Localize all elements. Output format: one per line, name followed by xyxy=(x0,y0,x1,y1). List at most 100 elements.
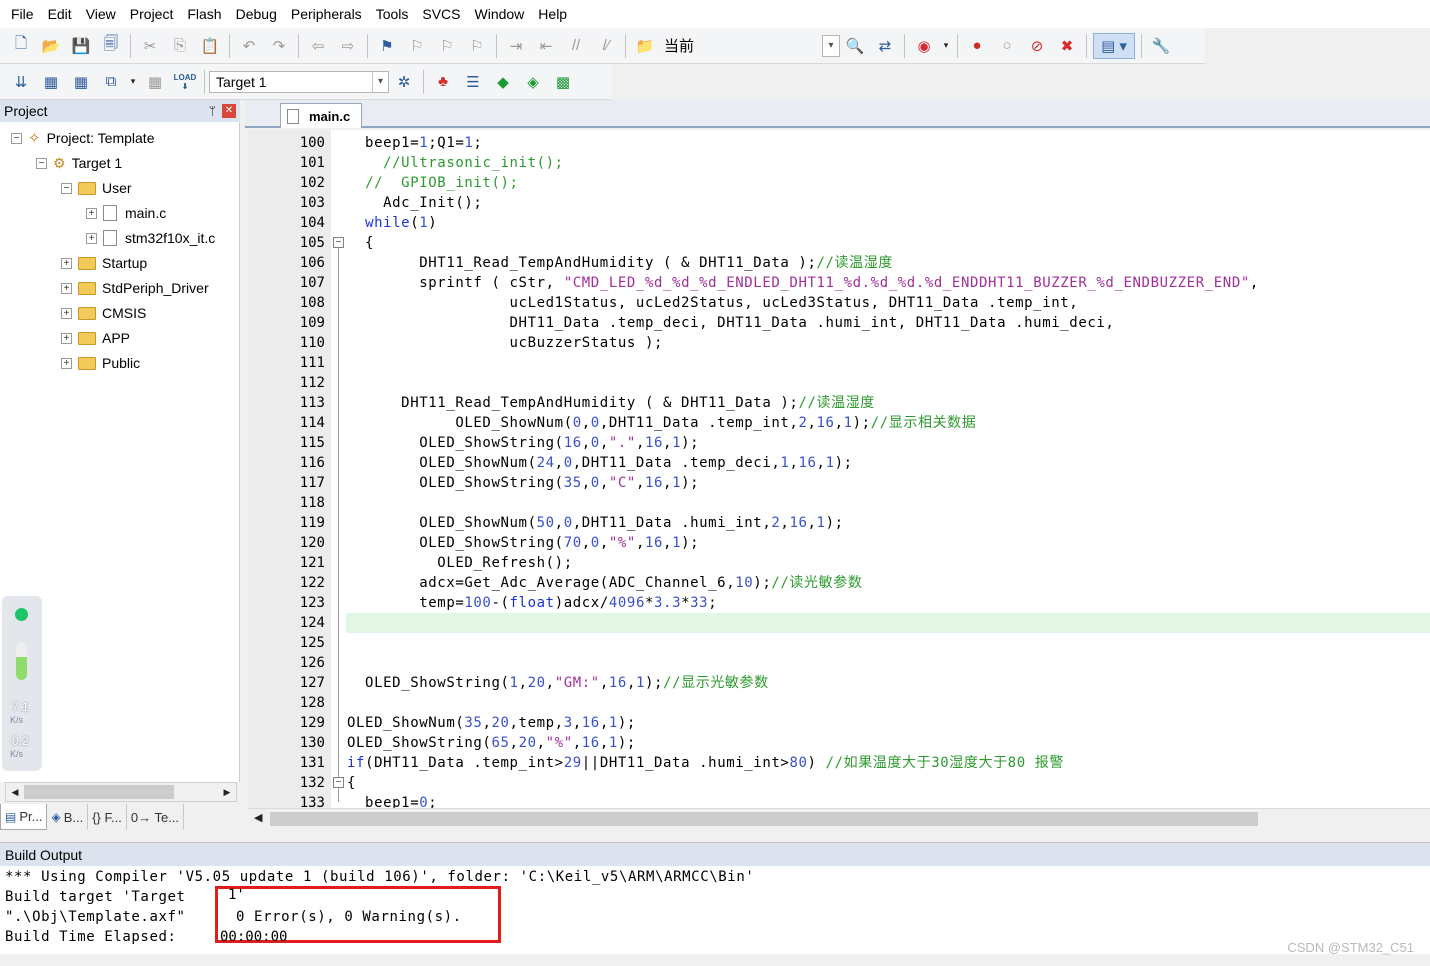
tree-group-startup[interactable]: + Startup xyxy=(61,252,147,274)
code-line[interactable]: 117 OLED_ShowString(35,0,"C",16,1); xyxy=(248,473,1430,493)
scroll-thumb[interactable] xyxy=(24,785,174,799)
configure-icon[interactable]: 🔧 xyxy=(1148,33,1174,59)
code-line[interactable]: 124 xyxy=(248,613,1430,633)
code-line[interactable]: 118 xyxy=(248,493,1430,513)
cut-icon[interactable]: ✂ xyxy=(137,33,163,59)
next-bookmark-icon[interactable]: ⚐ xyxy=(434,33,460,59)
rebuild-icon[interactable]: ▦ xyxy=(68,69,94,95)
batch-build-icon[interactable]: ⧉ xyxy=(98,69,124,95)
code-line[interactable]: 112 xyxy=(248,373,1430,393)
stop-build-icon[interactable]: ▦ xyxy=(142,69,168,95)
uncomment-icon[interactable]: /⁄ xyxy=(593,33,619,59)
tab-project[interactable]: ▤ Pr... xyxy=(0,804,48,830)
code-line[interactable]: 105− { xyxy=(248,233,1430,253)
code-line[interactable]: 113 DHT11_Read_TempAndHumidity ( & DHT11… xyxy=(248,393,1430,413)
undo-icon[interactable]: ↶ xyxy=(236,33,262,59)
tree-target[interactable]: − ⚙ Target 1 xyxy=(36,152,122,174)
tree-file-main[interactable]: + main.c xyxy=(86,202,166,224)
comment-icon[interactable]: // xyxy=(563,33,589,59)
bookmark-icon[interactable]: ⚑ xyxy=(374,33,400,59)
code-line[interactable]: 102 // GPIOB_init(); xyxy=(248,173,1430,193)
file-extensions-icon[interactable]: ☰ xyxy=(460,69,486,95)
paste-icon[interactable]: 📋 xyxy=(197,33,223,59)
debug-session-icon[interactable]: ◉ xyxy=(911,33,937,59)
code-line[interactable]: 104 while(1) xyxy=(248,213,1430,233)
expand-icon[interactable]: + xyxy=(61,332,72,344)
copy-icon[interactable]: ⎘ xyxy=(167,33,193,59)
scroll-right-icon[interactable]: ▶ xyxy=(219,784,235,800)
tree-group-user[interactable]: − User xyxy=(61,177,132,199)
disable-all-breakpoints-icon[interactable]: ⊘ xyxy=(1024,33,1050,59)
editor-hscrollbar[interactable]: ◀ xyxy=(248,808,1430,828)
expand-icon[interactable]: + xyxy=(86,207,97,219)
fold-toggle-icon[interactable]: − xyxy=(333,777,344,788)
clear-bookmarks-icon[interactable]: ⚐ xyxy=(464,33,490,59)
open-file-icon[interactable]: 📂 xyxy=(38,33,64,59)
unindent-icon[interactable]: ⇤ xyxy=(533,33,559,59)
chevron-down-icon[interactable]: ▾ xyxy=(941,33,951,59)
target-select[interactable]: Target 1 ▾ xyxy=(209,70,389,93)
code-line[interactable]: 123 temp=100-(float)adcx/4096*3.3*33; xyxy=(248,593,1430,613)
scroll-left-icon[interactable]: ◀ xyxy=(7,784,23,800)
code-line[interactable]: 131 if(DHT11_Data .temp_int>29||DHT11_Dat… xyxy=(248,753,1430,773)
tree-group-cmsis[interactable]: + CMSIS xyxy=(61,302,146,324)
tree-group-app[interactable]: + APP xyxy=(61,327,130,349)
collapse-icon[interactable]: − xyxy=(36,157,47,169)
menu-svcs[interactable]: SVCS xyxy=(415,0,467,28)
code-line[interactable]: 132−{ xyxy=(248,773,1430,793)
expand-icon[interactable]: + xyxy=(61,357,72,369)
indent-icon[interactable]: ⇥ xyxy=(503,33,529,59)
incremental-find-icon[interactable]: ⇄ xyxy=(872,33,898,59)
code-line[interactable]: 116 OLED_ShowNum(24,0,DHT11_Data .temp_d… xyxy=(248,453,1430,473)
code-line[interactable]: 114 OLED_ShowNum(0,0,DHT11_Data .temp_in… xyxy=(248,413,1430,433)
code-line[interactable]: 126 xyxy=(248,653,1430,673)
expand-icon[interactable]: + xyxy=(61,282,72,294)
tree-file-it[interactable]: + stm32f10x_it.c xyxy=(86,227,215,249)
code-line[interactable]: 100 beep1=1;Q1=1; xyxy=(248,133,1430,153)
tab-functions[interactable]: {} F... xyxy=(88,804,127,830)
expand-icon[interactable]: + xyxy=(61,257,72,269)
code-line[interactable]: 101 //Ultrasonic_init(); xyxy=(248,153,1430,173)
code-line[interactable]: 111 xyxy=(248,353,1430,373)
menu-edit[interactable]: Edit xyxy=(41,0,79,28)
breakpoint-icon[interactable]: ● xyxy=(964,33,990,59)
translate-icon[interactable]: ⇊ xyxy=(8,69,34,95)
save-icon[interactable]: 💾 xyxy=(68,33,94,59)
pin-icon[interactable]: ᛘ xyxy=(209,104,216,118)
code-line[interactable]: 129 OLED_ShowNum(35,20,temp,3,16,1); xyxy=(248,713,1430,733)
menu-debug[interactable]: Debug xyxy=(229,0,284,28)
code-line[interactable]: 115 OLED_ShowString(16,0,".",16,1); xyxy=(248,433,1430,453)
menu-peripherals[interactable]: Peripherals xyxy=(284,0,369,28)
disable-breakpoint-icon[interactable]: ○ xyxy=(994,33,1020,59)
collapse-icon[interactable]: − xyxy=(61,182,72,194)
tree-group-public[interactable]: + Public xyxy=(61,352,140,374)
find-in-files-icon[interactable]: 📁 xyxy=(632,33,658,59)
menu-file[interactable]: File xyxy=(4,0,41,28)
menu-flash[interactable]: Flash xyxy=(180,0,228,28)
menu-view[interactable]: View xyxy=(79,0,123,28)
nav-back-icon[interactable]: ⇦ xyxy=(305,33,331,59)
close-icon[interactable]: ✕ xyxy=(222,104,236,118)
code-line[interactable]: 121 OLED_Refresh(); xyxy=(248,553,1430,573)
target-options-icon[interactable]: ✲ xyxy=(391,69,417,95)
code-line[interactable]: 120 OLED_ShowString(70,0,"%",16,1); xyxy=(248,533,1430,553)
tab-books[interactable]: ◈ B... xyxy=(47,804,89,830)
tree-group-stdperiph[interactable]: + StdPeriph_Driver xyxy=(61,277,209,299)
code-line[interactable]: 110 ucBuzzerStatus ); xyxy=(248,333,1430,353)
save-all-icon[interactable]: 🗐 xyxy=(98,33,124,59)
code-line[interactable]: 130 OLED_ShowString(65,20,"%",16,1); xyxy=(248,733,1430,753)
menu-window[interactable]: Window xyxy=(468,0,532,28)
tab-main-c[interactable]: main.c xyxy=(280,103,362,128)
manage-components-icon[interactable]: ♣ xyxy=(430,69,456,95)
scroll-thumb[interactable] xyxy=(270,812,1258,826)
menu-help[interactable]: Help xyxy=(531,0,574,28)
menu-project[interactable]: Project xyxy=(123,0,181,28)
redo-icon[interactable]: ↷ xyxy=(266,33,292,59)
pack-installer-icon[interactable]: ◆ xyxy=(490,69,516,95)
code-line[interactable]: 103 Adc_Init(); xyxy=(248,193,1430,213)
manage-rte-icon[interactable]: ▩ xyxy=(550,69,576,95)
code-editor[interactable]: 100 beep1=1;Q1=1; 101 //Ultrasonic_init()… xyxy=(248,130,1430,808)
code-line[interactable]: 109 DHT11_Data .temp_deci, DHT11_Data .h… xyxy=(248,313,1430,333)
code-line[interactable]: 108 ucLed1Status, ucLed2Status, ucLed3St… xyxy=(248,293,1430,313)
code-line[interactable]: 119 OLED_ShowNum(50,0,DHT11_Data .humi_i… xyxy=(248,513,1430,533)
